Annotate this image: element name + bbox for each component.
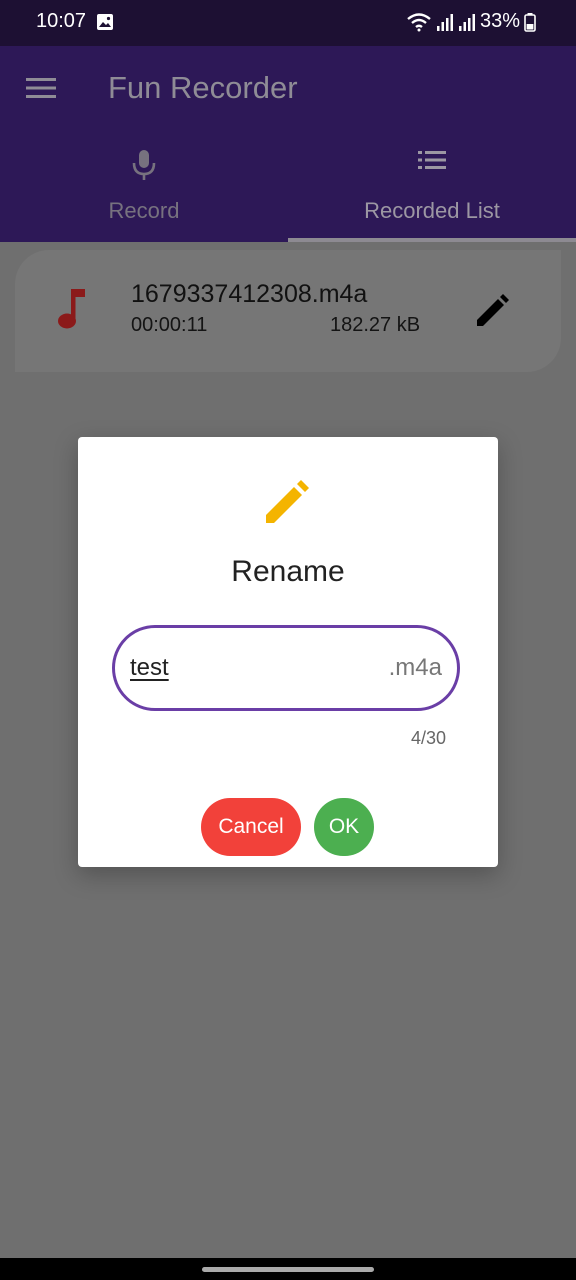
pencil-icon <box>262 477 314 534</box>
list-icon <box>417 148 447 177</box>
wifi-icon <box>406 12 432 32</box>
dialog-title: Rename <box>231 555 345 588</box>
signal-icon <box>436 12 454 32</box>
rename-input[interactable]: test .m4a <box>112 625 460 711</box>
cancel-button[interactable]: Cancel <box>201 798 301 856</box>
status-time: 10:07 <box>36 10 87 32</box>
microphone-icon <box>131 148 157 187</box>
rename-dialog: Rename test .m4a 4/30 Cancel OK <box>78 437 498 867</box>
edit-icon[interactable] <box>473 292 511 335</box>
rename-input-value[interactable]: test <box>130 654 169 682</box>
tab-recorded-list[interactable]: Recorded List <box>288 142 576 242</box>
recording-item[interactable]: 1679337412308.m4a 00:00:11 182.27 kB <box>15 250 561 372</box>
photo-icon <box>96 13 114 36</box>
character-counter: 4/30 <box>410 728 446 748</box>
status-indicators: 33% <box>406 10 536 33</box>
tab-record-label: Record <box>108 198 180 223</box>
home-indicator[interactable] <box>202 1267 374 1272</box>
music-note-icon <box>55 286 89 337</box>
tab-recorded-list-label: Recorded List <box>364 198 500 223</box>
signal-icon <box>458 12 476 32</box>
navigation-bar <box>0 1258 576 1280</box>
status-bar: 10:07 33% <box>0 0 576 46</box>
app-title: Fun Recorder <box>108 70 298 105</box>
recording-duration: 00:00:11 <box>131 314 208 336</box>
ok-button[interactable]: OK <box>314 798 374 856</box>
app-bar: Fun Recorder Record Recorded List <box>0 46 576 242</box>
battery-icon <box>524 12 536 32</box>
recording-name: 1679337412308.m4a <box>131 280 368 308</box>
battery-percent: 33% <box>479 10 520 32</box>
menu-icon[interactable] <box>26 76 58 105</box>
tab-indicator <box>288 238 576 242</box>
tab-record[interactable]: Record <box>0 142 288 242</box>
extension-suffix: .m4a <box>388 654 442 681</box>
recording-size: 182.27 kB <box>330 314 421 336</box>
